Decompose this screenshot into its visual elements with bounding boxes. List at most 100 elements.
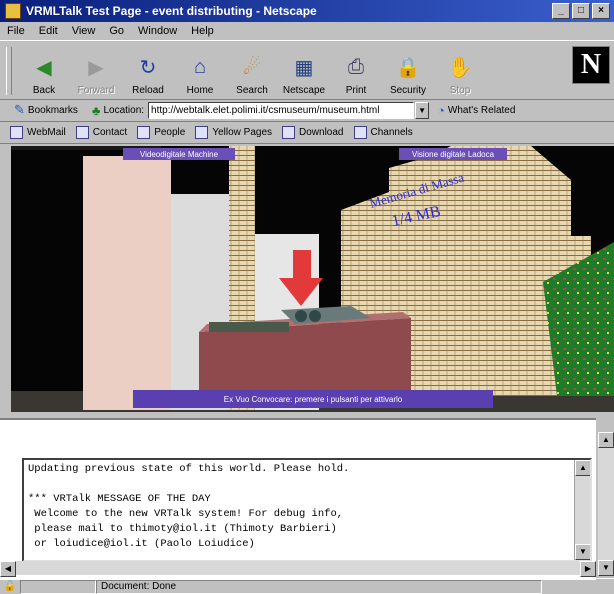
security-lock-icon: 🔒 [395, 56, 421, 79]
vrml-scene: Videodigitale Machine Visione digitale L… [11, 146, 614, 412]
whats-related-label: What's Related [447, 104, 516, 116]
print-button[interactable]: ⎙ Print [330, 44, 382, 99]
location-label: ♣ Location: [92, 103, 144, 118]
menu-go[interactable]: Go [102, 25, 131, 37]
location-toolbar: ✎ Bookmarks ♣ Location: http://webtalk.e… [0, 99, 614, 122]
status-progress-panel [20, 579, 96, 594]
stop-icon: ✋ [447, 56, 473, 79]
location-label-text: Location: [103, 104, 145, 116]
url-input[interactable]: http://webtalk.elet.polimi.it/csmuseum/m… [148, 101, 415, 119]
netscape-logo[interactable]: N [572, 46, 610, 84]
back-arrow-icon: ◀ [36, 56, 52, 79]
menu-edit[interactable]: Edit [32, 25, 65, 37]
button-object-2[interactable] [309, 310, 321, 322]
personal-item-download[interactable]: Download [282, 126, 344, 139]
personal-item-yellow-pages[interactable]: Yellow Pages [195, 126, 272, 139]
menu-window[interactable]: Window [131, 25, 184, 37]
bookmark-page-icon [137, 126, 151, 139]
scene-label-left-text: Videodigitale Machine [140, 150, 219, 159]
personal-item-webmail[interactable]: WebMail [10, 126, 66, 139]
maximize-button[interactable]: □ [572, 3, 590, 19]
menu-file[interactable]: File [0, 25, 32, 37]
security-status-icon[interactable]: 🔓 [0, 581, 20, 592]
button-object-1[interactable] [295, 310, 307, 322]
location-icon: ♣ [91, 102, 101, 118]
toolbar-button-label: Home [186, 85, 214, 96]
message-line: or loiudice@iol.it (Paolo Loiudice) [28, 538, 255, 550]
forward-arrow-icon: ▶ [88, 56, 104, 79]
menu-view[interactable]: View [65, 25, 103, 37]
scroll-up-button[interactable]: ▲ [598, 432, 614, 448]
pink-wall [83, 156, 171, 410]
reload-icon: ↻ [139, 56, 157, 79]
console-scroll-up[interactable]: ▲ [575, 460, 590, 476]
scene-label-right-text: Visione digitale Ladoca [412, 150, 495, 159]
console-scrollbar[interactable]: ▲ ▼ [574, 460, 590, 560]
search-icon: ☄ [243, 56, 261, 79]
reload-button[interactable]: ↻ Reload [122, 44, 174, 99]
forward-button[interactable]: ▶ Forward [70, 44, 122, 99]
keyboard-object[interactable] [209, 322, 289, 332]
url-dropdown-button[interactable]: ▼ [415, 101, 430, 119]
home-button[interactable]: ⌂ Home [174, 44, 226, 99]
home-icon: ⌂ [193, 55, 207, 78]
personal-item-label: Contact [92, 127, 128, 138]
message-line: Welcome to the new VRTalk system! For de… [28, 508, 344, 520]
scroll-right-button[interactable]: ▶ [580, 561, 596, 577]
personal-item-people[interactable]: People [137, 126, 185, 139]
message-line: Updating previous state of this world. P… [28, 463, 350, 475]
console-scroll-down[interactable]: ▼ [575, 544, 590, 560]
stop-button[interactable]: ✋ Stop [434, 44, 486, 99]
message-console[interactable]: Updating previous state of this world. P… [22, 458, 592, 562]
page-vertical-scrollbar[interactable]: ▲ ▼ [598, 432, 614, 576]
bookmark-page-icon [75, 126, 89, 139]
bookmark-page-icon [282, 126, 296, 139]
bookmark-page-icon [353, 126, 367, 139]
netscape-icon: ▦ [294, 56, 314, 79]
scroll-left-button[interactable]: ◀ [0, 561, 16, 577]
bookmark-page-icon [10, 126, 23, 139]
message-line [28, 477, 586, 492]
toolbar-button-label: Search [236, 85, 268, 96]
scroll-down-button[interactable]: ▼ [598, 560, 614, 576]
message-line: please mail to thimoty@iol.it (Thimoty B… [28, 523, 337, 535]
personal-item-label: WebMail [27, 127, 66, 138]
back-button[interactable]: ◀ Back [18, 44, 70, 99]
window-title: VRMLTalk Test Page - event distributing … [26, 4, 317, 18]
title-bar: VRMLTalk Test Page - event distributing … [0, 0, 614, 22]
bookmarks-label: Bookmarks [27, 104, 78, 116]
whats-related-icon: ◔ [437, 102, 445, 118]
toolbar-button-label: Stop [449, 85, 471, 96]
scene-bottom-label-text: Ex Vuo Convocare: premere i pulsanti per… [224, 395, 403, 404]
personal-toolbar: WebMail Contact People Yellow Pages Download… [0, 122, 614, 144]
search-button[interactable]: ☄ Search [226, 44, 278, 99]
personal-item-channels[interactable]: Channels [353, 126, 413, 139]
menu-help[interactable]: Help [184, 25, 221, 37]
minimize-button[interactable]: _ [552, 3, 570, 19]
status-text: Document: Done [96, 579, 542, 594]
message-line: *** VRTalk MESSAGE OF THE DAY [28, 493, 211, 505]
bookmark-page-icon [195, 126, 209, 139]
netscape-app-icon[interactable] [5, 3, 21, 19]
netscape-button[interactable]: ▦ Netscape [278, 44, 330, 99]
personal-item-contact[interactable]: Contact [75, 126, 128, 139]
toolbar-button-label: Netscape [282, 85, 326, 96]
personal-item-label: Channels [370, 127, 413, 138]
message-text: Updating previous state of this world. P… [24, 460, 590, 554]
security-button[interactable]: 🔒 Security [382, 44, 434, 99]
toolbar-grip[interactable] [6, 47, 12, 95]
whats-related-button[interactable]: ◔ What's Related [437, 103, 515, 118]
page-horizontal-scrollbar[interactable]: ◀ ▶ [0, 561, 596, 577]
bookmarks-icon: ✎ [14, 102, 25, 117]
toolbar-button-label: Back [32, 85, 56, 96]
toolbar-button-label: Security [389, 85, 427, 96]
bookmarks-button[interactable]: ✎ Bookmarks [14, 102, 78, 118]
personal-item-label: Yellow Pages [212, 127, 273, 138]
close-button[interactable]: × [592, 3, 610, 19]
navigation-toolbar: ◀ Back ▶ Forward ↻ Reload ⌂ Home ☄ Search ▦ Netscap… [0, 40, 614, 100]
vrml-scene-viewport[interactable]: Videodigitale Machine Visione digitale L… [11, 146, 614, 412]
toolbar-button-label: Reload [132, 85, 164, 96]
toolbar-button-label: Forward [77, 85, 115, 96]
print-icon: ⎙ [348, 55, 364, 78]
personal-item-label: Download [299, 127, 344, 138]
